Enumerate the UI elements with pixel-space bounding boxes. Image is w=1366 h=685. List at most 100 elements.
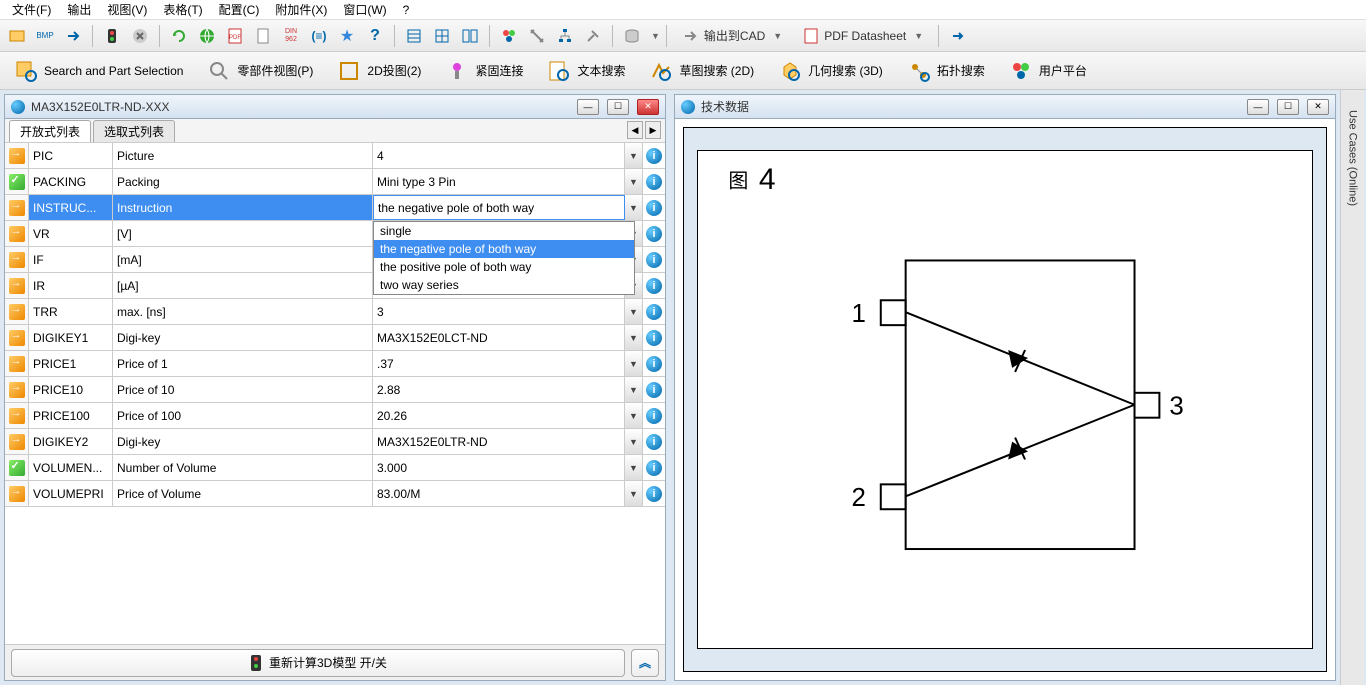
maximize-button[interactable]: ☐: [1277, 99, 1299, 115]
menu-file[interactable]: 文件(F): [4, 0, 59, 20]
row-info-button[interactable]: i: [643, 143, 665, 168]
row-value[interactable]: 2.88: [373, 377, 625, 402]
row-info-button[interactable]: i: [643, 351, 665, 376]
table-row[interactable]: PICPicture4▼i: [5, 143, 665, 169]
table-row[interactable]: VOLUMEN...Number of Volume3.000▼i: [5, 455, 665, 481]
part-view-button[interactable]: 零部件视图(P): [201, 55, 319, 87]
row-dropdown-button[interactable]: ▼: [625, 195, 643, 220]
row-info-button[interactable]: i: [643, 377, 665, 402]
tool-cancel-icon[interactable]: [127, 23, 153, 49]
minimize-button[interactable]: —: [1247, 99, 1269, 115]
tool-traffic-icon[interactable]: [99, 23, 125, 49]
user-platform-button[interactable]: 用户平台: [1003, 55, 1093, 87]
row-dropdown-button[interactable]: ▼: [625, 169, 643, 194]
schematic-viewer[interactable]: 图图 44 1 2 3: [683, 127, 1327, 672]
row-value[interactable]: MA3X152E0LTR-ND: [373, 429, 625, 454]
topo-button[interactable]: 拓扑搜索: [901, 55, 991, 87]
tool-db-icon[interactable]: [619, 23, 645, 49]
table-row[interactable]: VOLUMEPRIPrice of Volume83.00/M▼i: [5, 481, 665, 507]
row-info-button[interactable]: i: [643, 403, 665, 428]
row-dropdown-button[interactable]: ▼: [625, 403, 643, 428]
close-button[interactable]: ✕: [1307, 99, 1329, 115]
menu-output[interactable]: 输出: [59, 0, 99, 20]
tool-grid1-icon[interactable]: [401, 23, 427, 49]
minimize-button[interactable]: —: [577, 99, 599, 115]
tool-bmp-icon[interactable]: BMP: [32, 23, 58, 49]
table-row[interactable]: DIGIKEY2Digi-keyMA3X152E0LTR-ND▼i: [5, 429, 665, 455]
table-row[interactable]: TRRmax. [ns]3▼i: [5, 299, 665, 325]
tool-refresh-icon[interactable]: [166, 23, 192, 49]
close-button[interactable]: ✕: [637, 99, 659, 115]
dropdown-option[interactable]: the negative pole of both way: [374, 240, 634, 258]
row-value[interactable]: 83.00/M: [373, 481, 625, 506]
row-info-button[interactable]: i: [643, 169, 665, 194]
text-search-button[interactable]: 文本搜索: [541, 55, 631, 87]
row-dropdown-button[interactable]: ▼: [625, 377, 643, 402]
row-dropdown-button[interactable]: ▼: [625, 455, 643, 480]
row-info-button[interactable]: i: [643, 481, 665, 506]
table-row[interactable]: PACKINGPackingMini type 3 Pin▼i: [5, 169, 665, 195]
table-row[interactable]: DIGIKEY1Digi-keyMA3X152E0LCT-ND▼i: [5, 325, 665, 351]
menu-table[interactable]: 表格(T): [155, 0, 210, 20]
tab-open-list[interactable]: 开放式列表: [9, 120, 91, 142]
tool-caliper-icon[interactable]: [524, 23, 550, 49]
row-dropdown-button[interactable]: ▼: [625, 143, 643, 168]
tool-palette-icon[interactable]: [496, 23, 522, 49]
recompute-3d-button[interactable]: 重新计算3D模型 开/关: [11, 649, 625, 677]
menu-window[interactable]: 窗口(W): [335, 0, 394, 20]
row-value[interactable]: 4: [373, 143, 625, 168]
row-dropdown-button[interactable]: ▼: [625, 299, 643, 324]
tool-star-icon[interactable]: ★: [334, 23, 360, 49]
sketch-2d-button[interactable]: 草图搜索 (2D): [643, 55, 760, 87]
search-part-button[interactable]: Search and Part Selection: [8, 55, 189, 87]
table-row[interactable]: PRICE10Price of 102.88▼i: [5, 377, 665, 403]
tab-next-button[interactable]: ▶: [645, 121, 661, 139]
row-value[interactable]: Mini type 3 Pin: [373, 169, 625, 194]
row-dropdown-button[interactable]: ▼: [625, 351, 643, 376]
view-2d-button[interactable]: 2D投图(2): [331, 55, 427, 87]
menu-view[interactable]: 视图(V): [99, 0, 155, 20]
row-dropdown-button[interactable]: ▼: [625, 481, 643, 506]
maximize-button[interactable]: ☐: [607, 99, 629, 115]
expand-button[interactable]: ︽: [631, 649, 659, 677]
menu-help[interactable]: ?: [395, 1, 418, 19]
dropdown-option[interactable]: the positive pole of both way: [374, 258, 634, 276]
row-info-button[interactable]: i: [643, 221, 665, 246]
table-row[interactable]: PRICE1Price of 1.37▼i: [5, 351, 665, 377]
row-info-button[interactable]: i: [643, 325, 665, 350]
tool-export-icon[interactable]: [60, 23, 86, 49]
menu-addons[interactable]: 附加件(X): [267, 0, 335, 20]
tool-paren-icon[interactable]: (≡): [306, 23, 332, 49]
dropdown-option[interactable]: two way series: [374, 276, 634, 294]
dropdown-option[interactable]: single: [374, 222, 634, 240]
tool-din-icon[interactable]: DIN962: [278, 23, 304, 49]
row-info-button[interactable]: i: [643, 195, 665, 220]
table-row[interactable]: PRICE100Price of 10020.26▼i: [5, 403, 665, 429]
export-cad-button[interactable]: 输出到CAD ▼: [673, 23, 791, 49]
row-value[interactable]: 3: [373, 299, 625, 324]
side-tab[interactable]: Use Cases (Online): [1340, 90, 1364, 685]
tool-page-icon[interactable]: [250, 23, 276, 49]
tight-conn-button[interactable]: 紧固连接: [439, 55, 529, 87]
tool-open-icon[interactable]: [4, 23, 30, 49]
instruction-dropdown[interactable]: singlethe negative pole of both waythe p…: [373, 221, 635, 295]
row-info-button[interactable]: i: [643, 273, 665, 298]
tool-arrow-icon[interactable]: [945, 23, 971, 49]
row-value[interactable]: 20.26: [373, 403, 625, 428]
tool-tree-icon[interactable]: [552, 23, 578, 49]
row-value[interactable]: .37: [373, 351, 625, 376]
pdf-datasheet-button[interactable]: PDF Datasheet ▼: [793, 23, 932, 49]
row-value[interactable]: the negative pole of both way: [373, 195, 625, 220]
row-info-button[interactable]: i: [643, 247, 665, 272]
row-value[interactable]: MA3X152E0LCT-ND: [373, 325, 625, 350]
tool-grid2-icon[interactable]: [429, 23, 455, 49]
tool-tools-icon[interactable]: [580, 23, 606, 49]
tool-help-icon[interactable]: ?: [362, 23, 388, 49]
dropdown-arrow-icon[interactable]: ▼: [651, 31, 660, 41]
tool-pdf-icon[interactable]: PDF: [222, 23, 248, 49]
tool-grid3-icon[interactable]: [457, 23, 483, 49]
tab-prev-button[interactable]: ◀: [627, 121, 643, 139]
row-info-button[interactable]: i: [643, 429, 665, 454]
row-dropdown-button[interactable]: ▼: [625, 325, 643, 350]
row-info-button[interactable]: i: [643, 455, 665, 480]
